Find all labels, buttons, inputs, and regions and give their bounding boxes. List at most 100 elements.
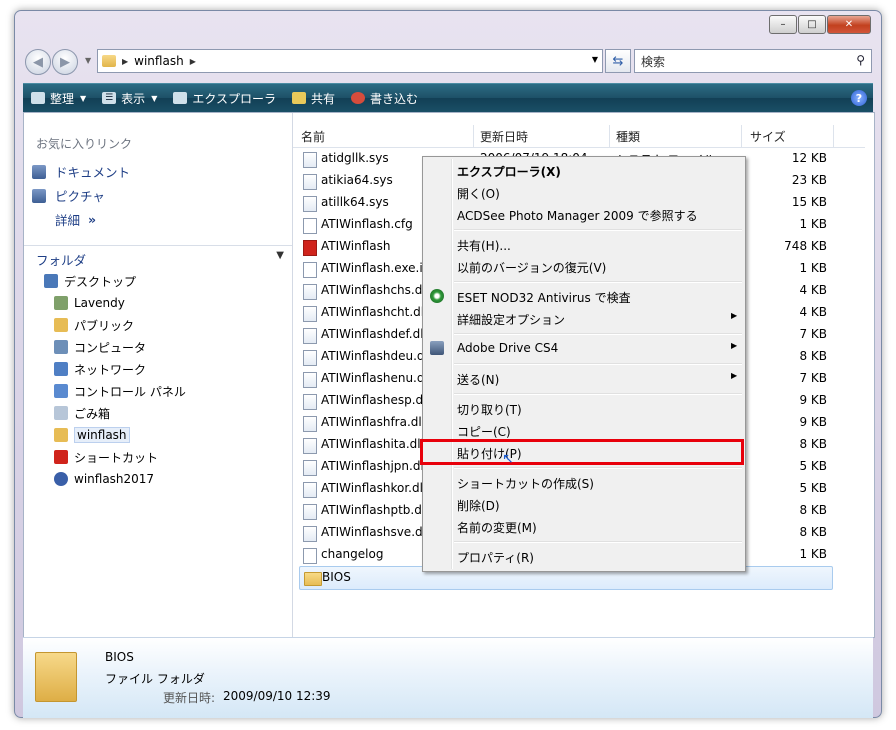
column-name[interactable]: 名前: [301, 128, 325, 145]
file-name: ATIWinflash.exe.i: [321, 261, 423, 275]
back-button[interactable]: ◀: [25, 49, 51, 75]
tree-label: パブリック: [74, 318, 135, 333]
column-date[interactable]: 更新日時: [480, 128, 528, 145]
recent-pages-dropdown[interactable]: ▼: [85, 56, 91, 65]
menu-item-label: ESET NOD32 Antivirus で検査: [457, 291, 631, 305]
forward-arrow-icon: ▶: [60, 54, 70, 70]
file-size: 8 KB: [799, 349, 827, 363]
menu-item[interactable]: プロパティ(R): [457, 549, 534, 569]
ati-logo-icon: [303, 240, 317, 256]
breadcrumb-arrow-icon[interactable]: ▶: [122, 57, 128, 66]
address-dropdown-icon[interactable]: ▼: [592, 55, 598, 64]
file-name: atikia64.sys: [321, 173, 393, 187]
tree-item-computer[interactable]: コンピュータ: [54, 337, 146, 357]
file-size: 5 KB: [799, 481, 827, 495]
views-icon: ☰: [102, 92, 117, 104]
fav-documents[interactable]: ドキュメント: [32, 162, 130, 181]
column-divider[interactable]: [741, 125, 742, 147]
tree-item-lavendy[interactable]: Lavendy: [54, 293, 125, 313]
tree-label: ネットワーク: [74, 362, 147, 377]
burn-disc-icon: [351, 92, 366, 104]
fav-pictures[interactable]: ピクチャ: [32, 186, 105, 205]
details-pane: BIOS ファイル フォルダ 更新日時: 2009/09/10 12:39: [23, 637, 873, 718]
column-divider[interactable]: [609, 125, 610, 147]
column-size[interactable]: サイズ: [750, 128, 786, 145]
menu-item[interactable]: 名前の変更(M): [457, 519, 537, 539]
minimize-button[interactable]: –: [769, 15, 797, 34]
search-icon[interactable]: ⚲: [856, 53, 865, 67]
fav-pictures-label: ピクチャ: [55, 189, 105, 204]
folders-header[interactable]: フォルダ ▼: [24, 245, 292, 268]
share-icon: [292, 92, 306, 104]
tree-item-shortcut[interactable]: ショートカット: [54, 447, 158, 467]
menu-item-label: 詳細設定オプション: [457, 313, 566, 327]
breadcrumb-winflash[interactable]: winflash: [134, 54, 184, 68]
menu-item-label: プロパティ(R): [457, 551, 534, 565]
menu-item[interactable]: ACDSee Photo Manager 2009 で参照する: [457, 207, 698, 227]
tree-label: デスクトップ: [64, 274, 137, 289]
tree-item-public[interactable]: パブリック: [54, 315, 134, 335]
address-bar[interactable]: ▶ winflash ▶ ▼: [97, 49, 603, 73]
file-icon: [303, 196, 317, 212]
breadcrumb-arrow-icon[interactable]: ▶: [190, 57, 196, 66]
menu-item[interactable]: 詳細設定オプション ▶: [457, 311, 737, 331]
file-icon: [303, 328, 317, 344]
column-divider[interactable]: [473, 125, 474, 147]
tree-item-winflash[interactable]: winflash: [54, 425, 130, 445]
forward-button[interactable]: ▶: [52, 49, 78, 75]
menu-item[interactable]: 送る(N) ▶: [457, 371, 737, 391]
file-icon: [303, 416, 317, 432]
file-name: atillk64.sys: [321, 195, 389, 209]
views-button[interactable]: ☰ 表示 ▼: [94, 84, 165, 112]
menu-item[interactable]: 開く(O): [457, 185, 500, 205]
menu-separator: [454, 281, 742, 283]
tree-label: コントロール パネル: [74, 384, 186, 399]
tree-item-winflash2017[interactable]: winflash2017: [54, 469, 154, 489]
tree-item-network[interactable]: ネットワーク: [54, 359, 146, 379]
folder-icon: [304, 572, 322, 586]
file-name: ATIWinflashsve.dl: [321, 525, 426, 539]
tree-item-desktop[interactable]: デスクトップ: [44, 271, 136, 291]
menu-item-label: ショートカットの作成(S): [457, 477, 594, 491]
file-name: ATIWinflashcht.dl: [321, 305, 425, 319]
ati-shortcut-icon: [54, 450, 68, 464]
organize-label: 整理: [50, 91, 75, 106]
menu-item[interactable]: 削除(D): [457, 497, 500, 517]
more-link[interactable]: 詳細 »: [55, 210, 96, 229]
tree-label: ごみ箱: [74, 406, 111, 421]
menu-item[interactable]: 以前のバージョンの復元(V): [457, 259, 606, 279]
control-panel-icon: [54, 384, 68, 398]
menu-item[interactable]: 切り取り(T): [457, 401, 522, 421]
menu-item[interactable]: ショートカットの作成(S): [457, 475, 594, 495]
explore-icon: [173, 92, 188, 104]
archive-icon: [54, 472, 68, 486]
search-input[interactable]: 検索: [641, 53, 665, 70]
file-name: ATIWinflashdeu.d: [321, 349, 425, 363]
close-button[interactable]: ✕: [827, 15, 871, 34]
burn-button[interactable]: 書き込む: [343, 84, 426, 112]
search-box[interactable]: 検索 ⚲: [634, 49, 872, 73]
file-icon: [303, 460, 317, 476]
share-button[interactable]: 共有: [284, 84, 343, 112]
desktop-icon: [44, 274, 58, 288]
tree-item-control-panel[interactable]: コントロール パネル: [54, 381, 186, 401]
explore-button[interactable]: エクスプローラ: [165, 84, 284, 112]
tree-label: winflash2017: [74, 472, 155, 486]
menu-item[interactable]: Adobe Drive CS4 ▶: [457, 341, 737, 361]
file-icon: [303, 372, 317, 388]
help-button[interactable]: ?: [851, 90, 867, 106]
menu-item[interactable]: エクスプローラ(X): [457, 163, 561, 183]
file-icon: [303, 174, 317, 190]
column-divider[interactable]: [833, 125, 834, 147]
menu-item[interactable]: ESET NOD32 Antivirus で検査: [457, 289, 631, 309]
organize-button[interactable]: 整理 ▼: [23, 84, 94, 112]
maximize-button[interactable]: □: [798, 15, 826, 34]
file-size: 15 KB: [791, 195, 827, 209]
mouse-cursor-icon: ↖: [502, 451, 514, 467]
column-type[interactable]: 種類: [616, 128, 640, 145]
file-icon: [303, 482, 317, 498]
tree-item-recycle-bin[interactable]: ごみ箱: [54, 403, 110, 423]
refresh-button[interactable]: ⇆: [605, 49, 631, 73]
file-size: 4 KB: [799, 305, 827, 319]
menu-item[interactable]: 共有(H)...: [457, 237, 511, 257]
